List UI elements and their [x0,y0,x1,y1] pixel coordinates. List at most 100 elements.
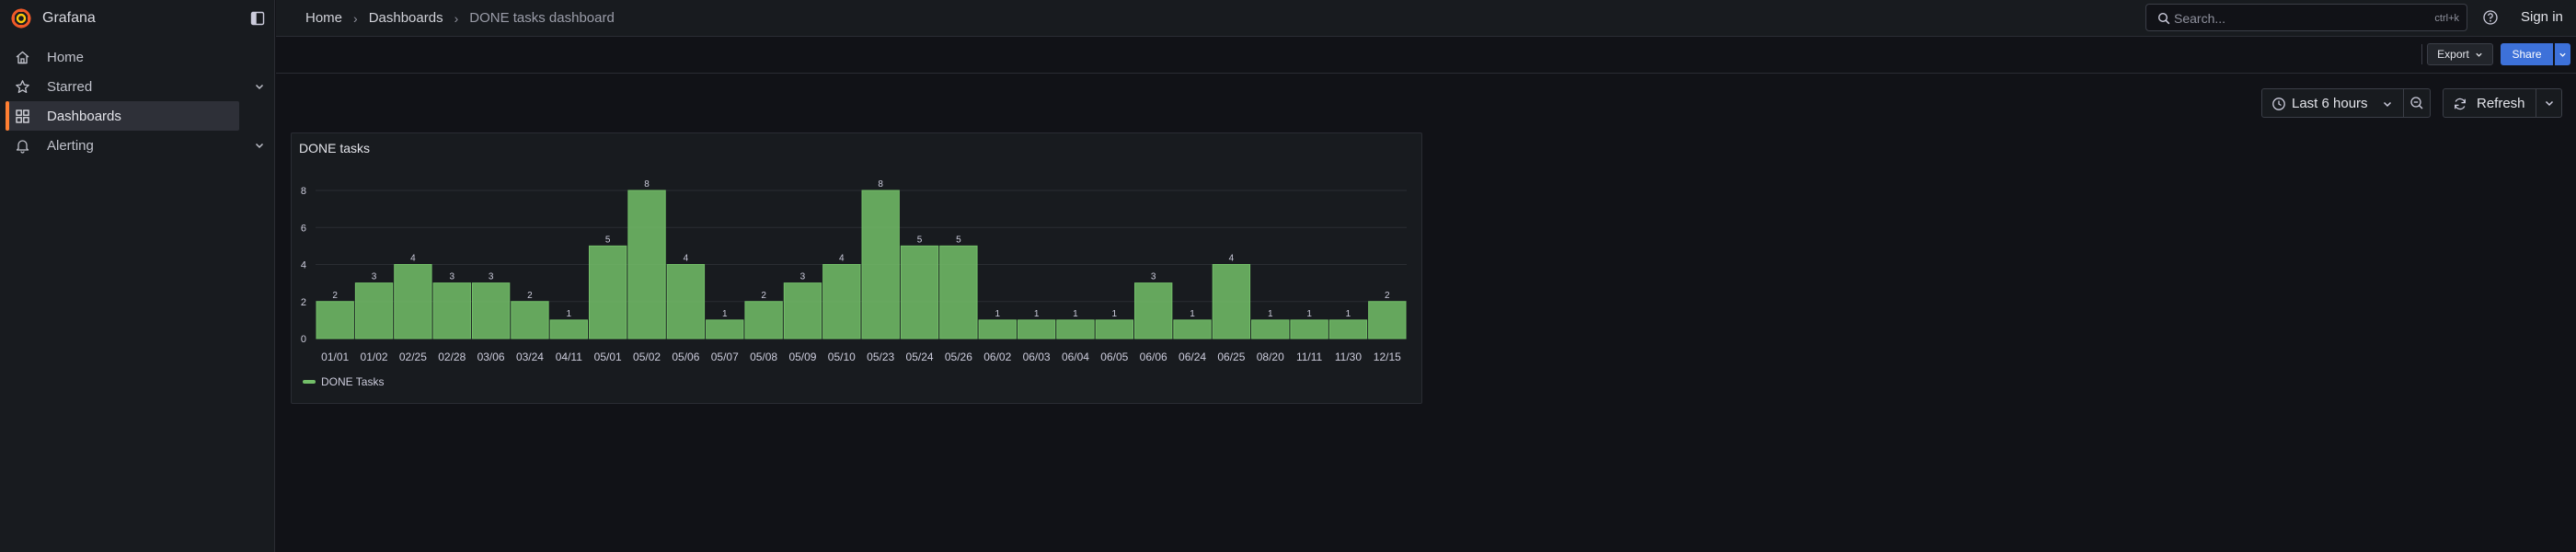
sync-icon [2455,98,2466,110]
x-tick-label: 05/08 [750,351,777,363]
export-button[interactable]: Export [2427,43,2493,65]
data-label: 3 [372,272,377,282]
zoom-out-button[interactable] [2403,88,2431,118]
sidebar-item-starred[interactable]: Starred [6,72,264,101]
data-label: 4 [839,254,845,264]
bar [1056,319,1095,339]
chevron-down-icon [2383,101,2392,108]
data-label: 1 [1346,309,1351,319]
x-tick-label: 12/15 [1374,351,1401,363]
data-label: 1 [1112,309,1118,319]
apps-icon [16,109,29,123]
x-tick-label: 06/25 [1217,351,1245,363]
data-label: 2 [1385,291,1390,301]
bar [939,245,978,339]
x-tick-label: 01/02 [361,351,388,363]
share-label: Share [2512,48,2542,61]
x-tick-label: 02/25 [399,351,427,363]
x-tick-label: 05/09 [788,351,816,363]
sidebar-item-dashboards[interactable]: Dashboards [6,101,239,131]
bar [627,190,666,339]
brand[interactable]: Grafana [11,6,96,30]
y-tick-label: 8 [301,186,306,197]
refresh-button[interactable]: Refresh [2443,88,2536,118]
share-options-button[interactable] [2555,43,2570,65]
bar [978,319,1017,339]
data-label: 3 [489,272,494,282]
sidebar-item-label: Alerting [47,137,94,154]
x-tick-label: 03/24 [516,351,544,363]
x-tick-label: 05/26 [945,351,972,363]
legend-label: DONE Tasks [321,375,385,388]
bar [666,264,706,339]
dock-menu-icon[interactable] [248,9,267,28]
x-tick-label: 06/02 [983,351,1011,363]
data-label: 3 [449,272,454,282]
x-tick-label: 01/01 [321,351,349,363]
app-name: Grafana [42,10,96,26]
data-label: 1 [1073,309,1078,319]
x-tick-label: 05/07 [711,351,739,363]
sidebar-nav: Home Starred Dashboards Alerting [0,42,275,160]
bar [706,319,744,339]
breadcrumb: Home › Dashboards › DONE tasks dashboard [305,10,615,26]
time-range-label: Last 6 hours [2292,95,2368,111]
bar [783,282,822,339]
data-label: 8 [878,179,883,190]
data-label: 2 [332,291,338,301]
breadcrumb-current: DONE tasks dashboard [469,10,615,26]
data-label: 1 [567,309,572,319]
y-tick-label: 2 [301,297,306,308]
data-label: 3 [800,272,806,282]
data-label: 3 [1151,272,1156,282]
bar [432,282,471,339]
breadcrumb-dashboards[interactable]: Dashboards [369,10,443,26]
sign-in-link[interactable]: Sign in [2510,9,2574,25]
data-label: 4 [684,254,689,264]
bar [1095,319,1134,339]
bar [861,190,900,339]
dashboard-panel[interactable]: 0 2 4 6 8 2 01/01 3 01/02 4 02/25 3 02/28 3 03/06 2 03/2… [291,132,1422,404]
bar [1368,301,1407,339]
time-range-picker[interactable]: Last 6 hours [2261,88,2404,118]
data-label: 2 [527,291,533,301]
bar [511,301,549,339]
dashboard-toolbar: Export Share [276,37,2576,74]
clock-icon [2272,98,2285,110]
bar [1134,282,1173,339]
toolbar-divider [2421,44,2422,64]
sidebar-item-home[interactable]: Home [6,42,239,72]
data-label: 1 [995,309,1000,319]
grafana-logo-icon [11,8,31,29]
search-icon [2157,12,2170,25]
data-label: 1 [1306,309,1312,319]
sidebar: Grafana Home Starred Dashboards Alerting [0,0,275,552]
data-label: 4 [410,254,416,264]
home-icon [16,51,29,64]
bar [1173,319,1212,339]
x-tick-label: 05/10 [828,351,856,363]
search-input[interactable]: Search... ctrl+k [2145,4,2467,31]
data-label: 1 [1268,309,1273,319]
legend-item[interactable]: DONE Tasks [303,375,384,388]
sidebar-item-alerting[interactable]: Alerting [6,131,264,160]
y-tick-label: 6 [301,223,306,234]
breadcrumb-home[interactable]: Home [305,10,342,26]
x-tick-label: 06/04 [1062,351,1089,363]
data-label: 5 [605,235,611,245]
x-tick-label: 06/24 [1179,351,1206,363]
chevron-down-icon[interactable] [254,140,265,151]
bar [1328,319,1368,339]
panel-title[interactable]: DONE tasks [299,141,370,155]
bar [822,264,861,339]
chevron-down-icon[interactable] [254,81,265,92]
bar [1251,319,1290,339]
share-button[interactable]: Share [2501,43,2553,65]
refresh-interval-button[interactable] [2536,88,2562,118]
export-label: Export [2437,48,2469,61]
bar [549,319,588,339]
legend-swatch [303,380,316,384]
refresh-label: Refresh [2477,95,2525,111]
help-icon[interactable] [2482,9,2499,26]
x-tick-label: 06/05 [1100,351,1128,363]
